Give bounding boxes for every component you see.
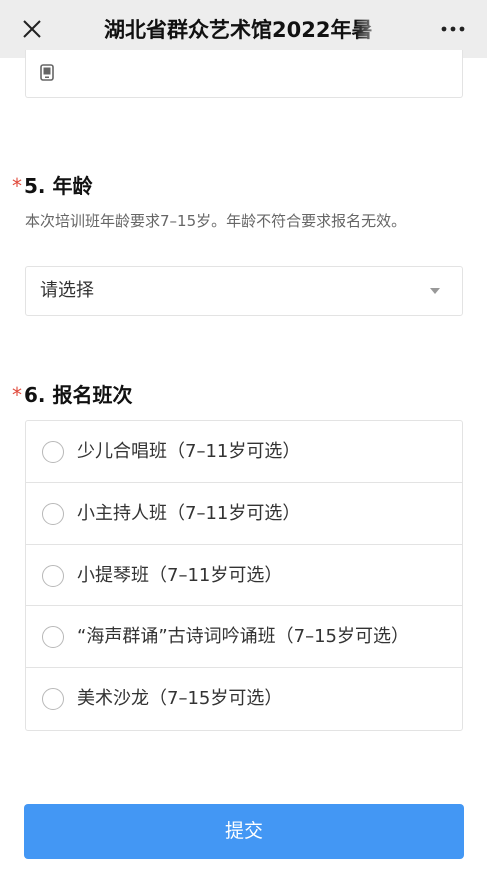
class-option-label: 少儿合唱班（7–11岁可选） — [77, 441, 301, 462]
class-option-label: 小主持人班（7–11岁可选） — [77, 502, 301, 524]
question-age-label: 5. 年龄 — [24, 174, 93, 198]
radio-button[interactable] — [42, 626, 64, 649]
required-mark: * — [12, 174, 22, 198]
submit-button[interactable]: 提交 — [24, 804, 464, 859]
class-option[interactable]: “海声群诵”古诗词吟诵班（7–15岁可选） — [26, 606, 462, 669]
class-option[interactable]: 少儿合唱班（7–11岁可选） — [26, 421, 462, 483]
class-option-label: 小提琴班（7–11岁可选） — [77, 564, 283, 586]
required-mark: * — [12, 383, 22, 407]
class-options: 少儿合唱班（7–11岁可选） 小主持人班（7–11岁可选） 小提琴班（7–11岁… — [25, 420, 463, 731]
age-select[interactable]: 请选择 — [25, 266, 463, 316]
caret-down-icon — [430, 288, 440, 294]
class-option[interactable]: 美术沙龙（7–15岁可选） — [26, 668, 462, 730]
phone-input[interactable] — [25, 50, 463, 98]
question-age-title: * 5. 年龄 — [12, 170, 92, 199]
radio-button[interactable] — [42, 502, 64, 525]
class-option[interactable]: 小主持人班（7–11岁可选） — [26, 483, 462, 545]
close-icon[interactable] — [18, 15, 46, 43]
class-option-label: “海声群诵”古诗词吟诵班（7–15岁可选） — [77, 626, 410, 648]
question-class-label: 6. 报名班次 — [24, 383, 133, 407]
more-icon[interactable] — [438, 20, 468, 38]
radio-button[interactable] — [42, 688, 64, 711]
phone-icon — [40, 64, 54, 81]
radio-button[interactable] — [42, 441, 64, 463]
question-age-description: 本次培训班年龄要求7–15岁。年龄不符合要求报名无效。 — [25, 212, 407, 230]
class-option-label: 美术沙龙（7–15岁可选） — [77, 688, 283, 710]
radio-button[interactable] — [42, 564, 64, 587]
class-option[interactable]: 小提琴班（7–11岁可选） — [26, 545, 462, 607]
age-select-value: 请选择 — [40, 280, 94, 301]
question-class-title: * 6. 报名班次 — [12, 379, 132, 408]
